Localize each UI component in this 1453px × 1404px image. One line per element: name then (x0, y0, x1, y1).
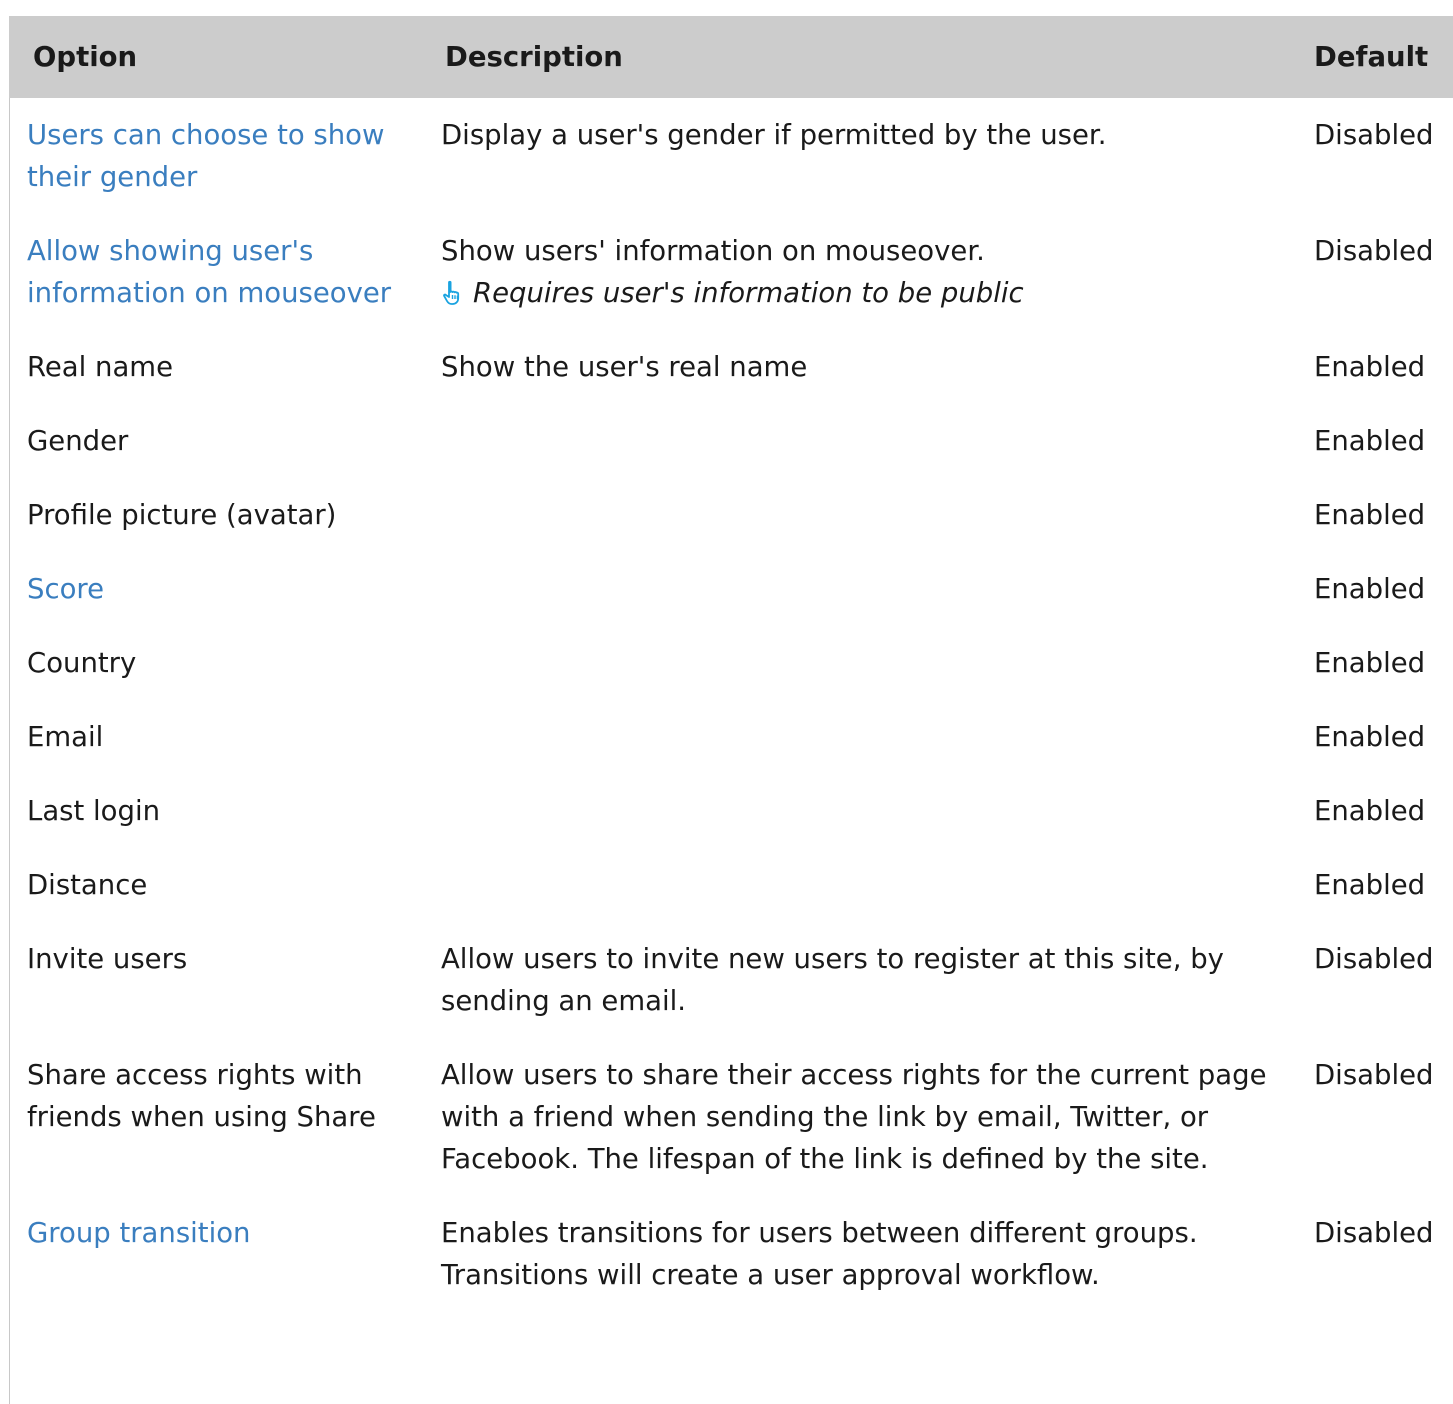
default-value: Disabled (1314, 1059, 1434, 1091)
option-label: Profile picture (avatar) (27, 499, 337, 531)
option-link[interactable]: Allow showing user's information on mous… (27, 235, 391, 309)
description-text: Enables transitions for users between di… (441, 1217, 1198, 1291)
option-cell: Users can choose to show their gender (9, 98, 421, 214)
requirement-note-text: Requires user's information to be public (473, 277, 1024, 309)
option-cell: Share access rights with friends when us… (9, 1038, 421, 1196)
table-body: Users can choose to show their gender Dis… (9, 98, 1453, 1312)
table-header: Option Description Default (9, 16, 1453, 98)
description-text: Allow users to invite new users to regis… (441, 943, 1224, 1017)
table-row: Distance Enabled (9, 848, 1453, 922)
option-label: Last login (27, 795, 161, 827)
default-cell: Disabled (1294, 214, 1453, 330)
default-value: Enabled (1314, 573, 1426, 605)
option-cell: Group transition (9, 1196, 421, 1312)
option-label: Real name (27, 351, 174, 383)
default-value: Enabled (1314, 795, 1426, 827)
description-cell: Allow users to share their access rights… (421, 1038, 1294, 1196)
default-value: Enabled (1314, 721, 1426, 753)
default-cell: Enabled (1294, 848, 1453, 922)
option-label: Share access rights with friends when us… (27, 1059, 376, 1133)
table-row: Profile picture (avatar) Enabled (9, 478, 1453, 552)
table-row: Invite users Allow users to invite new us… (9, 922, 1453, 1038)
options-table: Option Description Default Users can cho… (9, 16, 1453, 1312)
option-label: Country (27, 647, 137, 679)
option-cell: Last login (9, 774, 421, 848)
table-row: Email Enabled (9, 700, 1453, 774)
default-cell: Enabled (1294, 700, 1453, 774)
default-cell: Disabled (1294, 922, 1453, 1038)
description-cell (421, 774, 1294, 848)
option-cell: Gender (9, 404, 421, 478)
description-cell (421, 552, 1294, 626)
default-cell: Disabled (1294, 98, 1453, 214)
table-row: Country Enabled (9, 626, 1453, 700)
option-cell: Invite users (9, 922, 421, 1038)
option-link[interactable]: Score (27, 573, 104, 605)
option-link[interactable]: Group transition (27, 1217, 250, 1249)
table-row: Share access rights with friends when us… (9, 1038, 1453, 1196)
default-value: Disabled (1314, 119, 1434, 151)
option-label: Distance (27, 869, 148, 901)
table-row: Gender Enabled (9, 404, 1453, 478)
default-value: Enabled (1314, 647, 1426, 679)
description-cell (421, 626, 1294, 700)
description-cell (421, 848, 1294, 922)
default-value: Disabled (1314, 1217, 1434, 1249)
description-text: Show users' information on mouseover. (441, 235, 985, 267)
option-label: Email (27, 721, 104, 753)
description-text: Allow users to share their access rights… (441, 1059, 1267, 1175)
option-cell: Email (9, 700, 421, 774)
header-option: Option (9, 16, 421, 98)
default-value: Enabled (1314, 869, 1426, 901)
description-cell (421, 404, 1294, 478)
default-cell: Enabled (1294, 774, 1453, 848)
description-cell: Show users' information on mouseover. Req… (421, 214, 1294, 330)
table-row: Group transition Enables transitions for … (9, 1196, 1453, 1312)
description-cell: Enables transitions for users between di… (421, 1196, 1294, 1312)
description-cell: Display a user's gender if permitted by … (421, 98, 1294, 214)
option-label: Gender (27, 425, 129, 457)
option-label: Invite users (27, 943, 188, 975)
header-row: Option Description Default (9, 16, 1453, 98)
description-cell: Show the user's real name (421, 330, 1294, 404)
default-cell: Enabled (1294, 330, 1453, 404)
description-text: Display a user's gender if permitted by … (441, 119, 1107, 151)
default-value: Enabled (1314, 351, 1426, 383)
header-description: Description (421, 16, 1294, 98)
default-cell: Enabled (1294, 626, 1453, 700)
option-link[interactable]: Users can choose to show their gender (27, 119, 385, 193)
table-row: Real name Show the user's real name Enable… (9, 330, 1453, 404)
option-cell: Real name (9, 330, 421, 404)
default-value: Disabled (1314, 943, 1434, 975)
description-text: Show the user's real name (441, 351, 808, 383)
default-cell: Enabled (1294, 404, 1453, 478)
option-cell: Country (9, 626, 421, 700)
table-row: Allow showing user's information on mous… (9, 214, 1453, 330)
default-value: Disabled (1314, 235, 1434, 267)
default-value: Enabled (1314, 499, 1426, 531)
description-cell: Allow users to invite new users to regis… (421, 922, 1294, 1038)
default-cell: Disabled (1294, 1196, 1453, 1312)
option-cell: Profile picture (avatar) (9, 478, 421, 552)
default-value: Enabled (1314, 425, 1426, 457)
table-row: Users can choose to show their gender Dis… (9, 98, 1453, 214)
description-cell (421, 700, 1294, 774)
option-cell: Distance (9, 848, 421, 922)
table-row: Last login Enabled (9, 774, 1453, 848)
option-cell: Allow showing user's information on mous… (9, 214, 421, 330)
default-cell: Enabled (1294, 552, 1453, 626)
table-row: Score Enabled (9, 552, 1453, 626)
requirement-note: Requires user's information to be public (441, 272, 1278, 314)
header-default: Default (1294, 16, 1453, 98)
default-cell: Disabled (1294, 1038, 1453, 1196)
default-cell: Enabled (1294, 478, 1453, 552)
option-cell: Score (9, 552, 421, 626)
description-cell (421, 478, 1294, 552)
pointing-hand-icon (443, 280, 460, 305)
